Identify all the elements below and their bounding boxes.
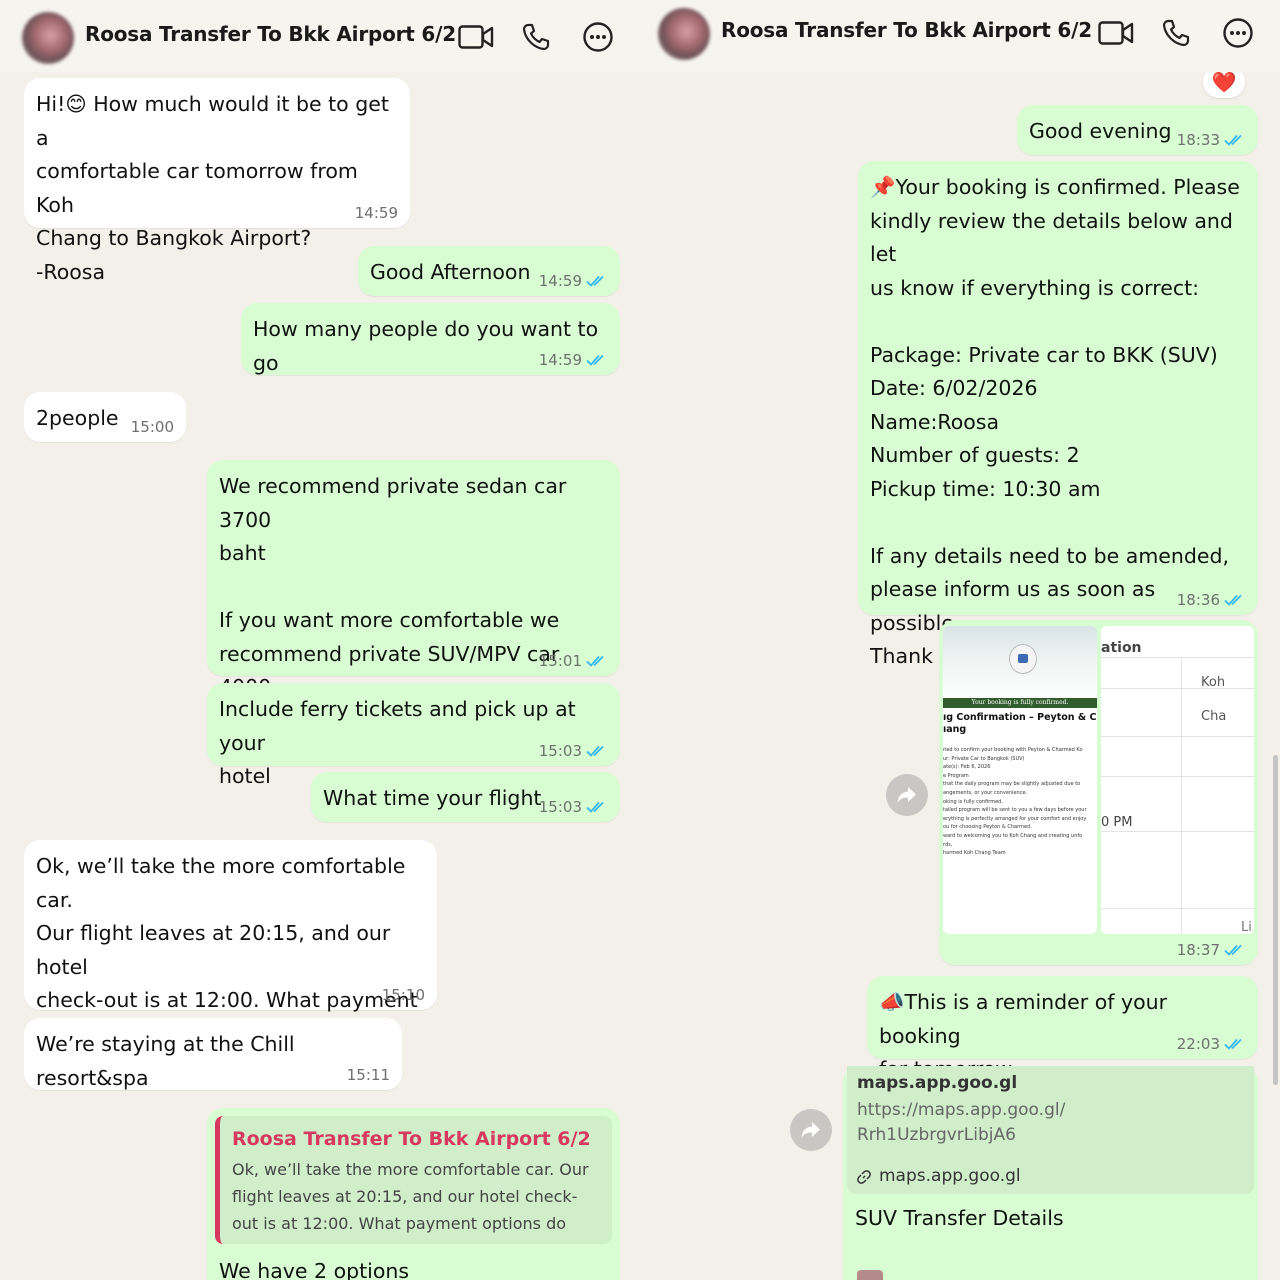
message-outgoing[interactable]: We recommend private sedan car 3700 baht… xyxy=(207,460,620,733)
message-outgoing[interactable]: Include ferry tickets and pick up at you… xyxy=(207,683,620,788)
sheet-time: 0 PM xyxy=(1101,815,1133,830)
message-outgoing[interactable]: Good evening 18:33 xyxy=(1017,105,1258,155)
document-line: ward to welcoming you to Koh Chang and c… xyxy=(943,832,1083,839)
video-call-icon[interactable] xyxy=(456,18,496,56)
message-incoming[interactable]: 2people 15:00 xyxy=(24,392,186,442)
resort-logo xyxy=(1009,644,1037,674)
calendar-icon xyxy=(857,1270,883,1280)
read-ticks-icon xyxy=(586,801,604,813)
chat-header: Roosa Transfer To Bkk Airport 6/2 xyxy=(0,0,640,72)
sheet-header: ation xyxy=(1101,640,1142,656)
message-outgoing-reply[interactable]: Roosa Transfer To Bkk Airport 6/2 Ok, we… xyxy=(207,1108,620,1280)
reaction-emoji: ❤️ xyxy=(1211,70,1237,94)
message-time: 18:37 xyxy=(1176,941,1220,959)
video-call-icon[interactable] xyxy=(1096,14,1136,52)
read-ticks-icon xyxy=(586,655,604,667)
document-heading: ıang xyxy=(943,724,967,735)
right-chat-pane: Roosa Transfer To Bkk Airport 6/2 ❤️ Goo… xyxy=(640,0,1280,1280)
contact-avatar[interactable] xyxy=(22,12,74,64)
message-time: 15:01 xyxy=(538,652,582,670)
message-time: 15:03 xyxy=(538,798,582,816)
phone-call-icon[interactable] xyxy=(516,18,556,56)
quoted-message[interactable]: Roosa Transfer To Bkk Airport 6/2 Ok, we… xyxy=(215,1116,612,1244)
sheet-cell: Koh Cha xyxy=(1201,675,1227,724)
contact-avatar[interactable] xyxy=(658,8,710,60)
forward-button[interactable] xyxy=(790,1109,832,1151)
document-line: e Program xyxy=(943,772,969,779)
message-outgoing[interactable]: 📌Your booking is confirmed. Please kindl… xyxy=(858,161,1258,668)
document-line: ur: Private Car to Bangkok (SUV) xyxy=(943,755,1025,762)
chat-title[interactable]: Roosa Transfer To Bkk Airport 6/2 xyxy=(85,22,456,46)
chat-title[interactable]: Roosa Transfer To Bkk Airport 6/2 xyxy=(721,18,1092,42)
document-line: ıted to confirm your booking with Peyton… xyxy=(943,747,1083,753)
read-ticks-icon xyxy=(1224,594,1242,606)
document-line: erything is perfectly arranged for your … xyxy=(943,815,1087,822)
read-ticks-icon xyxy=(1224,1038,1242,1050)
document-line: ou for choosing Peyton & Charmed. xyxy=(943,824,1032,831)
message-outgoing-link[interactable]: maps.app.goo.gl https://maps.app.goo.gl/… xyxy=(843,1066,1258,1280)
quoted-author: Roosa Transfer To Bkk Airport 6/2 xyxy=(232,1128,591,1150)
document-line: angements, or your convenience. xyxy=(943,789,1028,796)
document-line: ate(s): Feb 6, 2026 xyxy=(943,764,991,771)
document-line: oking is fully confirmed. xyxy=(943,798,1003,805)
booking-document-image[interactable]: Your booking is fully confirmed. ıg Conf… xyxy=(943,626,1097,934)
message-text: SUV Transfer Details xyxy=(855,1206,1064,1230)
read-ticks-icon xyxy=(1224,944,1242,956)
message-time: 15:11 xyxy=(346,1066,390,1084)
read-ticks-icon xyxy=(1224,134,1242,146)
message-time: 14:59 xyxy=(354,204,398,222)
message-outgoing[interactable]: What time your flight 15:03 xyxy=(311,772,620,822)
chat-header: Roosa Transfer To Bkk Airport 6/2 xyxy=(640,0,1280,72)
document-body: ıted to confirm your booking with Peyton… xyxy=(943,746,1097,858)
read-ticks-icon xyxy=(586,275,604,287)
message-text: Hi!😊 How much would it be to get a comfo… xyxy=(36,92,389,284)
document-line: that the daily program may be slightly a… xyxy=(943,781,1081,788)
message-incoming[interactable]: We’re staying at the Chill resort&spa 15… xyxy=(24,1018,402,1090)
document-banner: Your booking is fully confirmed. xyxy=(943,698,1097,708)
link-icon xyxy=(857,1169,871,1184)
link-footer: maps.app.goo.gl xyxy=(879,1166,1021,1186)
message-time: 15:03 xyxy=(538,742,582,760)
document-header-image xyxy=(943,626,1097,698)
message-incoming[interactable]: Ok, we’ll take the more comfortable car.… xyxy=(24,840,437,1046)
message-text: We have 2 options xyxy=(219,1259,410,1280)
message-time: 18:33 xyxy=(1176,131,1220,149)
document-line: harmed Koh Chang Team xyxy=(943,850,1006,857)
read-ticks-icon xyxy=(586,745,604,757)
message-text: How many people do you want to go xyxy=(253,317,599,375)
scrollbar[interactable] xyxy=(1273,755,1278,1085)
link-preview[interactable]: maps.app.goo.gl https://maps.app.goo.gl/… xyxy=(847,1066,1254,1194)
read-ticks-icon xyxy=(586,354,604,366)
message-outgoing[interactable]: How many people do you want to go 14:59 xyxy=(241,303,620,375)
message-time: 15:10 xyxy=(381,986,425,1004)
left-chat-pane: Roosa Transfer To Bkk Airport 6/2 Hi!😊 H… xyxy=(0,0,640,1280)
forward-icon xyxy=(801,1122,820,1138)
message-time: 18:36 xyxy=(1176,591,1220,609)
message-time: 22:03 xyxy=(1176,1035,1220,1053)
message-outgoing[interactable]: Good Afternoon 14:59 xyxy=(358,246,620,296)
link-url: https://maps.app.goo.gl/ Rrh1UzbrgvrLibj… xyxy=(857,1100,1066,1145)
sheet-corner: Li xyxy=(1241,920,1252,934)
quoted-text: Ok, we’ll take the more comfortable car.… xyxy=(232,1160,589,1244)
message-outgoing-images[interactable]: Your booking is fully confirmed. ıg Conf… xyxy=(939,620,1258,965)
forward-icon xyxy=(897,787,916,803)
message-time: 15:00 xyxy=(130,418,174,436)
link-domain: maps.app.goo.gl xyxy=(857,1073,1018,1093)
more-options-icon[interactable] xyxy=(1218,14,1258,52)
document-heading: ıg Confirmation – Peyton & Char xyxy=(943,712,1097,723)
message-outgoing[interactable]: 📣This is a reminder of your booking for … xyxy=(867,976,1258,1081)
message-text: We’re staying at the Chill resort&spa xyxy=(36,1032,295,1090)
phone-call-icon[interactable] xyxy=(1156,14,1196,52)
message-incoming[interactable]: Hi!😊 How much would it be to get a comfo… xyxy=(24,78,410,284)
document-line: tailed program will be sent to you a few… xyxy=(943,807,1087,814)
message-time: 14:59 xyxy=(538,272,582,290)
schedule-sheet-image[interactable]: ation Koh Cha 0 PM Li xyxy=(1101,626,1254,934)
more-options-icon[interactable] xyxy=(578,18,618,56)
document-line: rds, xyxy=(943,841,953,848)
forward-button[interactable] xyxy=(886,774,928,816)
message-time: 14:59 xyxy=(538,351,582,369)
